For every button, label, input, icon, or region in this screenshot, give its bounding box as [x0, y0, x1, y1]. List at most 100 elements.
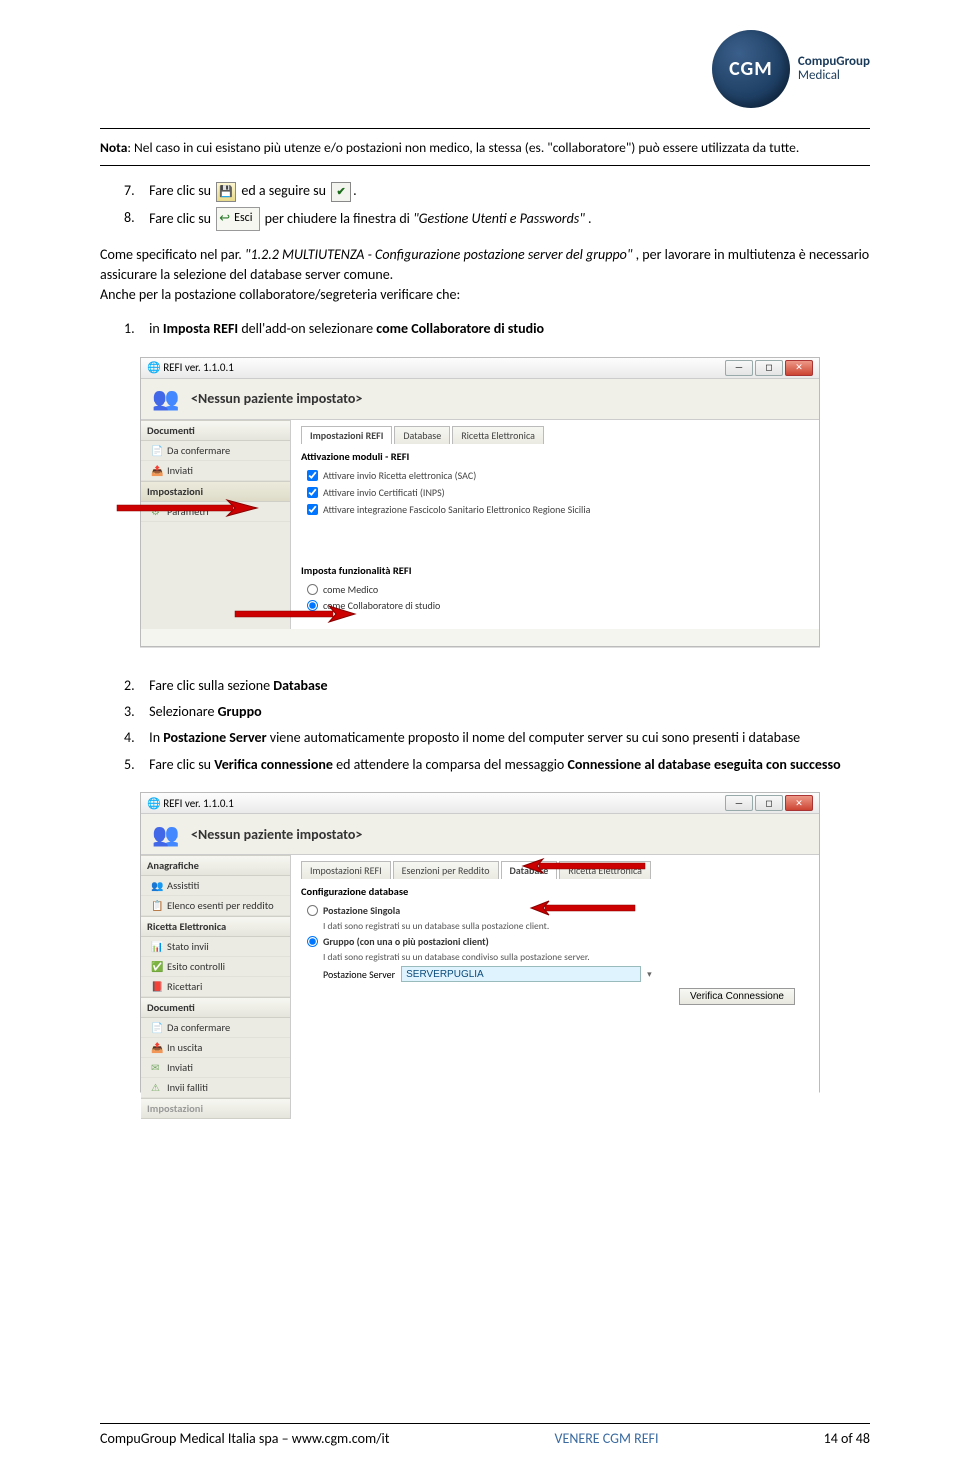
text: Come specificato nel par.: [100, 246, 245, 263]
sidebar-item-inviati[interactable]: ✉Inviati: [141, 1058, 290, 1078]
radio-label: come Medico: [323, 583, 378, 596]
tab-impostazioni-refi[interactable]: Impostazioni REFI: [301, 861, 391, 879]
sidebar-item-in-uscita[interactable]: 📤In uscita: [141, 1038, 290, 1058]
sidebar-item-esito[interactable]: ✅Esito controlli: [141, 957, 290, 977]
text: in: [149, 320, 163, 337]
sidebar-header-impostazioni[interactable]: Impostazioni: [141, 481, 290, 502]
text: viene automaticamente proposto il nome d…: [270, 729, 800, 746]
step-7: 7. Fare clic su 💾 ed a seguire su ✔.: [124, 180, 870, 202]
patient-bar: 👥 <Nessun paziente impostato>: [141, 814, 819, 855]
verifica-connessione-button[interactable]: Verifica Connessione: [679, 988, 795, 1005]
field-label-postazione-server: Postazione Server: [323, 968, 395, 981]
tab-ricetta-elettronica[interactable]: Ricetta Elettronica: [559, 861, 651, 879]
sidebar-item-parametri[interactable]: ⚙Parametri: [141, 502, 290, 522]
sidebar-item-elenco-esenti[interactable]: 📋Elenco esenti per reddito: [141, 896, 290, 916]
sidebar-item-label: Invii falliti: [167, 1081, 208, 1094]
radio-input[interactable]: [307, 600, 318, 611]
checkbox-input[interactable]: [307, 487, 318, 498]
sidebar-item-da-confermare[interactable]: 📄Da confermare: [141, 1018, 290, 1038]
text: Fare clic sulla sezione: [149, 677, 273, 694]
checkbox-label: Attivare invio Certificati (INPS): [323, 486, 445, 499]
book-icon: 📕: [151, 980, 163, 993]
sidebar: Anagrafiche 👥 Assistiti 📋Elenco esenti pe…: [141, 855, 291, 1119]
sidebar-item-label: Assistiti: [167, 879, 199, 892]
footer-page-number: 14 of 48: [824, 1430, 870, 1447]
sidebar-item-stato-invii[interactable]: 📊Stato invii: [141, 937, 290, 957]
radio-description: I dati sono registrati su un database co…: [323, 951, 809, 963]
text: dell'add-on selezionare: [241, 320, 376, 337]
sidebar-header-documenti[interactable]: Documenti: [141, 997, 290, 1018]
radio-come-collaboratore[interactable]: come Collaboratore di studio: [307, 599, 809, 612]
tab-database[interactable]: Database: [501, 861, 558, 879]
document-icon: 📄: [151, 444, 163, 457]
step-8: 8. Fare clic su ↩ Esci per chiudere la f…: [124, 207, 870, 232]
checkbox-input[interactable]: [307, 470, 318, 481]
tab-esenzioni[interactable]: Esenzioni per Reddito: [393, 861, 499, 879]
divider: [100, 165, 870, 166]
confirm-icon: ✔: [331, 182, 351, 202]
sidebar-item-inviati[interactable]: 📤Inviati: [141, 461, 290, 481]
text: per chiudere la finestra di: [265, 209, 413, 226]
sidebar-item-label: Inviati: [167, 464, 193, 477]
minimize-button[interactable]: —: [725, 360, 753, 376]
radio-input[interactable]: [307, 936, 318, 947]
patient-icon: 👥: [151, 385, 181, 413]
postazione-server-input[interactable]: [401, 966, 641, 982]
sidebar-item-invii-falliti[interactable]: ⚠ Invii falliti: [141, 1078, 290, 1098]
tab-impostazioni-refi[interactable]: Impostazioni REFI: [301, 426, 392, 444]
step-number: 5.: [124, 754, 146, 776]
context-paragraph: Come specificato nel par. "1.2.2 MULTIUT…: [100, 245, 870, 304]
radio-input[interactable]: [307, 905, 318, 916]
divider: [100, 128, 870, 129]
document-icon: 📄: [151, 1021, 163, 1034]
patient-icon: 👥: [151, 820, 181, 848]
checkbox-sac[interactable]: Attivare invio Ricetta elettronica (SAC): [307, 469, 809, 482]
text: In: [149, 729, 163, 746]
substep-3: 3. Selezionare Gruppo: [124, 701, 870, 723]
substep-5: 5. Fare clic su Verifica connessione ed …: [124, 754, 870, 776]
text: Selezionare: [149, 703, 217, 720]
sidebar-item-da-confermare[interactable]: 📄 Da confermare: [141, 441, 290, 461]
sidebar-header-documenti[interactable]: Documenti: [141, 420, 290, 441]
radio-label: come Collaboratore di studio: [323, 599, 440, 612]
content-pane: Impostazioni REFI Esenzioni per Reddito …: [291, 855, 819, 1119]
sidebar-header-impostazioni[interactable]: Impostazioni: [141, 1098, 290, 1119]
people-icon: 👥: [151, 879, 163, 892]
sidebar-item-ricettari[interactable]: 📕Ricettari: [141, 977, 290, 997]
text-bold: Gruppo: [218, 703, 262, 720]
sidebar-item-assistiti[interactable]: 👥 Assistiti: [141, 876, 290, 896]
substep-2: 2. Fare clic sulla sezione Database: [124, 675, 870, 697]
radio-postazione-singola[interactable]: Postazione Singola: [307, 904, 809, 917]
text-bold: Postazione Server: [163, 729, 266, 746]
radio-gruppo[interactable]: Gruppo (con una o più postazioni client): [307, 935, 809, 948]
step-number: 1.: [124, 318, 146, 340]
sidebar-item-label: Da confermare: [167, 444, 230, 457]
tab-database[interactable]: Database: [394, 426, 450, 444]
radio-come-medico[interactable]: come Medico: [307, 583, 809, 596]
sidebar-header-ricetta[interactable]: Ricetta Elettronica: [141, 916, 290, 937]
save-icon: 💾: [216, 182, 236, 202]
maximize-button[interactable]: ◻: [755, 360, 783, 376]
close-button[interactable]: ✕: [785, 360, 813, 376]
text: Fare clic su: [149, 756, 214, 773]
checkbox-input[interactable]: [307, 504, 318, 515]
sidebar-item-label: Esito controlli: [167, 960, 225, 973]
text-bold: Imposta REFI: [163, 320, 238, 337]
substep-1: 1. in Imposta REFI dell'add-on seleziona…: [124, 318, 870, 340]
window-name-ref: "Gestione Utenti e Passwords": [413, 209, 585, 226]
text: Fare clic su: [149, 182, 214, 199]
failed-icon: ⚠: [151, 1081, 163, 1094]
step-number: 8.: [124, 207, 146, 229]
dropdown-icon[interactable]: ▾: [647, 969, 652, 980]
sidebar-header-anagrafiche[interactable]: Anagrafiche: [141, 855, 290, 876]
refi-window-impostazioni: 🌐 REFI ver. 1.1.0.1 — ◻ ✕ 👥 <Nessun pazi…: [140, 357, 820, 647]
checkbox-inps[interactable]: Attivare invio Certificati (INPS): [307, 486, 809, 499]
minimize-button[interactable]: —: [725, 795, 753, 811]
checkbox-fascicolo[interactable]: Attivare integrazione Fascicolo Sanitari…: [307, 503, 809, 516]
sidebar-item-label: Inviati: [167, 1061, 193, 1074]
footer-product: VENERE CGM REFI: [555, 1430, 659, 1447]
maximize-button[interactable]: ◻: [755, 795, 783, 811]
radio-input[interactable]: [307, 584, 318, 595]
tab-ricetta-elettronica[interactable]: Ricetta Elettronica: [452, 426, 544, 444]
close-button[interactable]: ✕: [785, 795, 813, 811]
